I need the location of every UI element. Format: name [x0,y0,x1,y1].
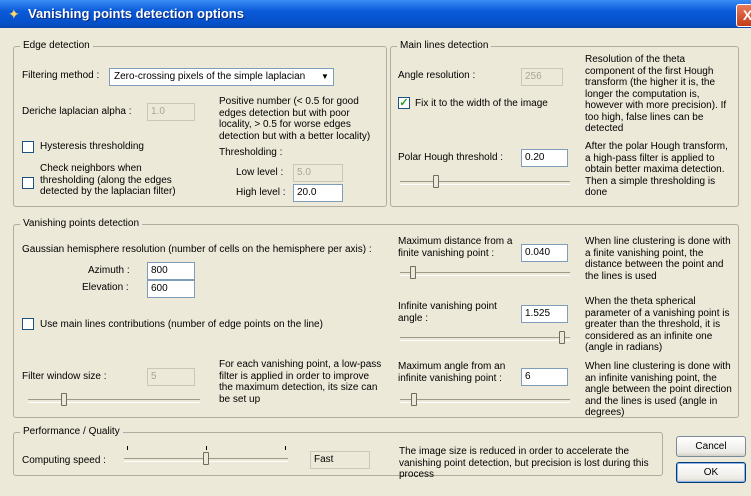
computing-speed-value: Fast [310,451,370,469]
low-level-input[interactable]: 5.0 [293,164,343,182]
app-icon: ✦ [8,6,20,22]
slider-thumb[interactable] [433,175,439,188]
max-angle-input[interactable]: 6 [521,368,568,386]
high-level-label: High level : [236,187,286,198]
high-level-input[interactable]: 20.0 [293,184,343,202]
slider-thumb[interactable] [559,331,565,344]
filter-window-input[interactable]: 5 [147,368,195,386]
computing-speed-slider[interactable] [124,452,288,466]
infinite-angle-label: Infinite vanishing point angle : [398,301,497,324]
use-main-lines-checkbox[interactable] [22,318,34,330]
max-distance-label: Maximum distance from a finite vanishing… [398,236,513,259]
angle-resolution-description: Resolution of the theta component of the… [585,54,727,134]
max-angle-description: When line clustering is done with an inf… [585,361,732,418]
hysteresis-checkbox[interactable] [22,141,34,153]
azimuth-label: Azimuth : [88,265,130,276]
chevron-down-icon[interactable]: ▼ [318,70,332,84]
polar-hough-description: After the polar Hough transform, a high-… [585,141,728,198]
fix-width-checkbox[interactable]: ✓ [398,97,410,109]
max-angle-slider[interactable] [400,393,570,407]
polar-hough-label: Polar Hough threshold : [398,152,504,163]
deriche-alpha-input[interactable]: 1.0 [147,103,195,121]
infinite-angle-slider[interactable] [400,331,570,345]
slider-thumb[interactable] [203,452,209,465]
filter-window-slider[interactable] [28,393,200,407]
title-bar: ✦ Vanishing points detection options X [0,0,751,28]
use-main-lines-label: Use main lines contributions (number of … [40,319,323,330]
infinite-angle-description: When the theta spherical parameter of a … [585,296,730,353]
slider-thumb[interactable] [61,393,67,406]
fix-width-label: Fix it to the width of the image [415,98,548,109]
group-title: Edge detection [20,40,93,51]
cancel-button[interactable]: Cancel [676,436,746,457]
azimuth-input[interactable]: 800 [147,262,195,280]
window-title: Vanishing points detection options [28,6,244,21]
polar-hough-input[interactable]: 0.20 [521,149,568,167]
checkmark-icon: ✓ [399,97,409,109]
slider-thumb[interactable] [411,393,417,406]
angle-resolution-label: Angle resolution : [398,70,476,81]
check-neighbors-checkbox[interactable] [22,177,34,189]
max-distance-description: When line clustering is done with a fini… [585,236,731,282]
group-title: Vanishing points detection [20,218,143,229]
deriche-alpha-label: Deriche laplacian alpha : [22,106,132,117]
computing-speed-label: Computing speed : [22,455,106,466]
group-title: Main lines detection [397,40,492,51]
thresholding-label: Thresholding : [219,147,283,158]
polar-hough-slider[interactable] [400,175,570,189]
low-level-label: Low level : [236,167,284,178]
angle-resolution-input[interactable]: 256 [521,68,563,86]
max-distance-slider[interactable] [400,266,570,280]
infinite-angle-input[interactable]: 1.525 [521,305,568,323]
check-neighbors-label: Check neighbors when thresholding (along… [40,163,176,197]
gaussian-resolution-label: Gaussian hemisphere resolution (number o… [22,244,372,255]
max-distance-input[interactable]: 0.040 [521,244,568,262]
slider-tick [206,446,207,450]
filtering-method-value: Zero-crossing pixels of the simple lapla… [114,71,306,82]
max-angle-label: Maximum angle from an infinite vanishing… [398,361,506,384]
filter-window-label: Filter window size : [22,371,107,382]
ok-button[interactable]: OK [676,462,746,483]
elevation-input[interactable]: 600 [147,280,195,298]
filter-window-description: For each vanishing point, a low-pass fil… [219,359,382,405]
elevation-label: Elevation : [82,282,129,293]
close-button[interactable]: X [736,4,751,27]
performance-description: The image size is reduced in order to ac… [399,446,649,480]
group-title: Performance / Quality [20,426,123,437]
slider-thumb[interactable] [410,266,416,279]
deriche-alpha-description: Positive number (< 0.5 for good edges de… [219,96,371,142]
slider-tick [127,446,128,450]
hysteresis-label: Hysteresis thresholding [40,141,144,152]
slider-tick [285,446,286,450]
filtering-method-label: Filtering method : [22,70,100,81]
filtering-method-select[interactable]: Zero-crossing pixels of the simple lapla… [109,68,334,86]
